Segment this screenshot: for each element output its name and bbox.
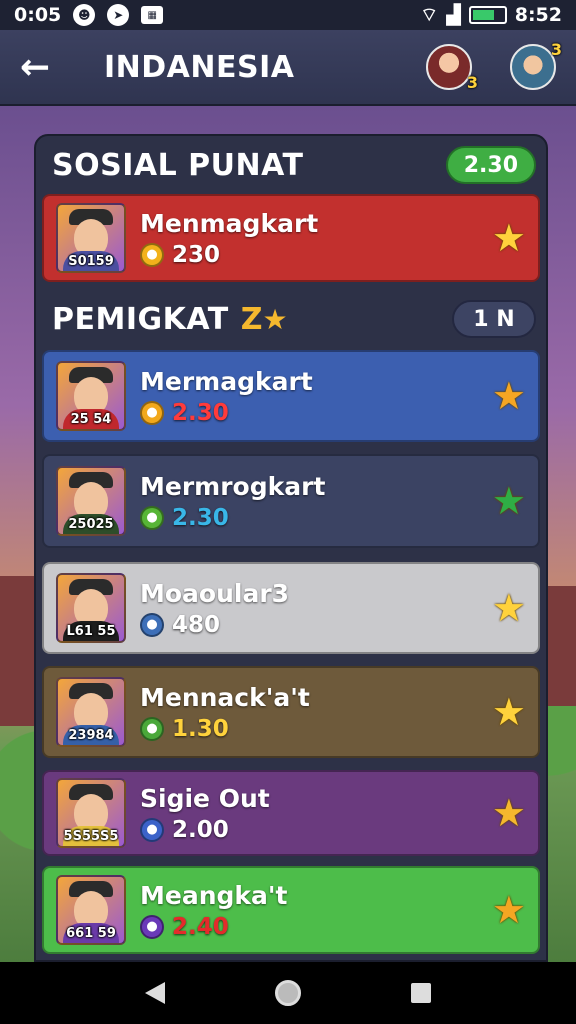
- player-avatar: 661 59: [56, 875, 126, 945]
- score-line: ● 230: [140, 242, 318, 268]
- page-title: INDANESIA: [104, 49, 295, 85]
- player-row[interactable]: 5S55S5 Sigie Out ● 2.00 ★: [42, 770, 540, 856]
- header-bar: ← INDANESIA 3 3: [0, 30, 576, 106]
- player-score: 230: [172, 241, 221, 268]
- player-row[interactable]: L61 55 Moaoular3 ● 480 ★: [42, 562, 540, 654]
- avatar-badge: 3: [550, 40, 562, 59]
- player-avatar: 23984: [56, 677, 126, 747]
- nav-recent-icon[interactable]: [411, 983, 431, 1003]
- player-info: Sigie Out ● 2.00: [140, 784, 270, 843]
- player-info: Mermrogkart ● 2.30: [140, 472, 325, 531]
- avatar-badge: 3: [466, 73, 478, 92]
- score-line: ● 1.30: [140, 716, 310, 742]
- player-name: Mennack'a't: [140, 682, 310, 712]
- player-row[interactable]: 25 54 Mermagkart ● 2.30 ★: [42, 350, 540, 442]
- player-row[interactable]: 23984 Mennack'a't ● 1.30 ★: [42, 666, 540, 758]
- nav-back-icon[interactable]: [145, 982, 165, 1004]
- player-avatar: 5S55S5: [56, 778, 126, 848]
- signal-icon: ▟: [446, 4, 461, 26]
- score-line: ● 480: [140, 612, 289, 638]
- player-avatar: L61 55: [56, 573, 126, 643]
- player-score: 480: [172, 611, 221, 638]
- battery-icon: [468, 6, 507, 24]
- leaderboard-panel: SOSIAL PUNAT 2.30 PEMIGKAT Z ★ 1 N S0159 M…: [34, 134, 548, 962]
- player-info: Moaoular3 ● 480: [140, 579, 289, 638]
- player-info: Mermagkart ● 2.30: [140, 367, 313, 426]
- avatar-number: S0159: [68, 254, 114, 269]
- avatar-number: 25 54: [70, 412, 112, 427]
- back-arrow-icon[interactable]: ←: [20, 47, 70, 88]
- avatar-number: L61 55: [66, 624, 116, 639]
- section-rank-pill[interactable]: 1 N: [452, 300, 536, 338]
- coin-icon: ●: [140, 716, 164, 741]
- player-score: 2.30: [172, 504, 229, 531]
- player-name: Sigie Out: [140, 783, 270, 813]
- coin-icon: ●: [140, 400, 164, 425]
- section-score-pill[interactable]: 2.30: [445, 146, 536, 184]
- star-icon[interactable]: ★: [492, 482, 526, 520]
- location-icon: ➤: [107, 4, 130, 26]
- status-clock: 8:52: [514, 4, 562, 26]
- avatar-number: 23984: [68, 728, 114, 743]
- player-score: 1.30: [172, 715, 229, 742]
- avatar-number: 661 59: [66, 926, 116, 941]
- score-line: ● 2.00: [140, 817, 270, 843]
- player-row[interactable]: S0159 Menmagkart ● 230 ★: [42, 194, 540, 282]
- player-name: Mermagkart: [140, 366, 313, 396]
- avatar-number: 5S55S5: [63, 829, 119, 844]
- player-name: Mermrogkart: [140, 471, 326, 501]
- star-icon[interactable]: ★: [492, 219, 526, 257]
- coin-icon: ●: [140, 505, 164, 530]
- notification-icon: ☻: [73, 4, 96, 26]
- score-line: ● 2.30: [140, 505, 325, 531]
- section-title: SOSIAL PUNAT: [52, 147, 304, 183]
- rank-star-icon: Z ★: [240, 301, 288, 337]
- star-icon[interactable]: ★: [492, 377, 526, 415]
- player-name: Menmagkart: [140, 208, 319, 238]
- coin-icon: ●: [140, 242, 164, 267]
- player-info: Menmagkart ● 230: [140, 209, 318, 268]
- player-avatar: 25 54: [56, 361, 126, 431]
- section-header-pemigkat: PEMIGKAT Z ★ 1 N: [52, 300, 536, 338]
- player-info: Meangka't ● 2.40: [140, 881, 288, 940]
- coin-icon: ●: [140, 914, 164, 939]
- score-line: ● 2.40: [140, 914, 288, 940]
- star-icon[interactable]: ★: [492, 891, 526, 929]
- status-time: 0:05: [14, 4, 62, 26]
- star-icon[interactable]: ★: [492, 589, 526, 627]
- coin-icon: ●: [140, 817, 164, 842]
- player-row[interactable]: 661 59 Meangka't ● 2.40 ★: [42, 866, 540, 954]
- system-nav-bar: [0, 962, 576, 1024]
- wifi-icon: ⌔: [420, 4, 439, 26]
- friend-avatar[interactable]: 3: [426, 44, 478, 92]
- star-icon[interactable]: ★: [492, 794, 526, 832]
- player-avatar: 25025: [56, 466, 126, 536]
- player-name: Meangka't: [140, 880, 288, 910]
- player-score: 2.40: [172, 913, 229, 940]
- score-line: ● 2.30: [140, 400, 313, 426]
- player-avatar: S0159: [56, 203, 126, 273]
- profile-avatar[interactable]: 3: [510, 40, 562, 90]
- coin-icon: ●: [140, 612, 164, 637]
- player-info: Mennack'a't ● 1.30: [140, 683, 310, 742]
- player-score: 2.00: [172, 816, 229, 843]
- nav-home-icon[interactable]: [275, 980, 301, 1006]
- star-icon[interactable]: ★: [492, 693, 526, 731]
- status-bar: 0:05 ☻ ➤ ▦ ⌔ ▟ 8:52: [0, 0, 576, 30]
- player-name: Moaoular3: [140, 578, 290, 608]
- app-icon: ▦: [141, 6, 164, 24]
- section-header-sosial: SOSIAL PUNAT 2.30: [52, 146, 536, 184]
- section-title: PEMIGKAT: [52, 301, 229, 337]
- avatar-number: 25025: [68, 517, 114, 532]
- player-score: 2.30: [172, 399, 229, 426]
- player-row[interactable]: 25025 Mermrogkart ● 2.30 ★: [42, 454, 540, 548]
